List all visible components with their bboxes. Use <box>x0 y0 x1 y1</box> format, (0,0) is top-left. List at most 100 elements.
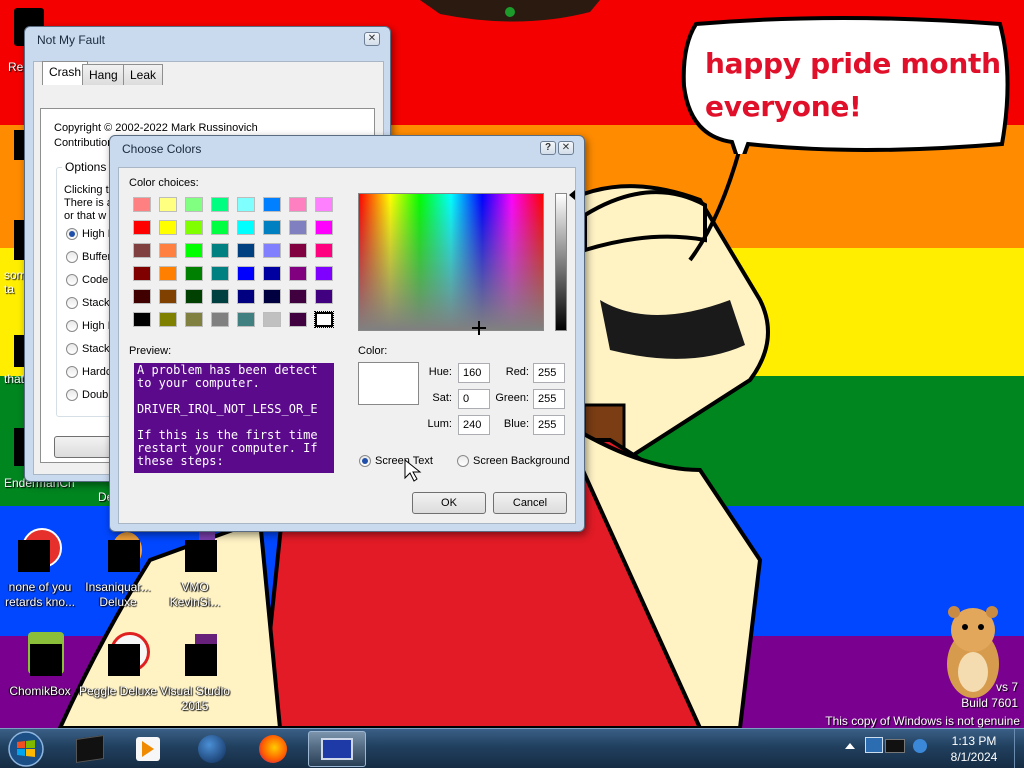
taskbar-firefox-icon[interactable] <box>245 731 301 767</box>
desktop-icon-visual-studio[interactable]: Visual Studio 2015 <box>155 632 235 714</box>
option-stack-overflow[interactable]: Stack <box>66 343 110 355</box>
color-swatch[interactable] <box>289 266 307 281</box>
color-swatch[interactable] <box>159 266 177 281</box>
chomikbox-icon <box>16 632 64 680</box>
color-swatch[interactable] <box>159 220 177 235</box>
color-swatch[interactable] <box>211 312 229 327</box>
option-high-irql[interactable]: High I <box>66 228 111 240</box>
choose-colors-titlebar[interactable]: Choose Colors ? ✕ <box>110 136 584 162</box>
desktop-icon-vmo[interactable]: VMO KevinSi... <box>155 528 235 610</box>
color-swatch[interactable] <box>185 312 203 327</box>
color-swatch[interactable] <box>211 220 229 235</box>
start-button[interactable] <box>4 730 48 768</box>
choose-colors-dialog[interactable]: Choose Colors ? ✕ Color choices: Preview… <box>109 135 585 532</box>
close-button[interactable]: ✕ <box>364 32 380 46</box>
mouse-cursor-icon <box>404 458 422 482</box>
color-swatch[interactable] <box>185 266 203 281</box>
not-my-fault-titlebar[interactable]: Not My Fault ✕ <box>25 27 390 53</box>
green-input[interactable]: 255 <box>533 389 565 409</box>
color-swatch[interactable] <box>133 243 151 258</box>
color-swatch[interactable] <box>263 266 281 281</box>
color-swatch[interactable] <box>211 197 229 212</box>
color-swatch[interactable] <box>315 197 333 212</box>
color-swatch[interactable] <box>263 289 281 304</box>
option-high-irql-2[interactable]: High I <box>66 320 111 332</box>
color-swatch[interactable] <box>159 243 177 258</box>
screen-background-radio[interactable]: Screen Background <box>457 455 570 467</box>
desktop-icon-none-of-you[interactable]: none of you retards kno... <box>0 528 80 610</box>
option-stack-trash[interactable]: Stack <box>66 297 110 309</box>
tray-app-icon[interactable] <box>885 739 905 753</box>
color-swatch[interactable] <box>159 289 177 304</box>
taskbar-media-player-icon[interactable] <box>120 731 176 767</box>
luminosity-slider[interactable] <box>555 193 567 331</box>
color-swatch[interactable] <box>289 243 307 258</box>
radio-selected-icon <box>359 455 371 467</box>
color-swatch[interactable] <box>185 220 203 235</box>
network-icon[interactable] <box>865 737 883 753</box>
help-button[interactable]: ? <box>540 141 556 155</box>
lum-input[interactable]: 240 <box>458 415 490 435</box>
taskbar-app-icon[interactable] <box>62 731 118 767</box>
desktop-icon-partial-label[interactable]: som ta <box>4 268 26 296</box>
color-spectrum-picker[interactable] <box>358 193 544 335</box>
close-button[interactable]: ✕ <box>558 141 574 155</box>
color-swatch[interactable] <box>315 289 333 304</box>
color-swatch[interactable] <box>289 312 307 327</box>
color-swatch[interactable] <box>315 220 333 235</box>
tab-leak[interactable]: Leak <box>123 64 164 85</box>
color-swatch[interactable] <box>185 289 203 304</box>
color-swatch[interactable] <box>133 266 151 281</box>
color-swatch[interactable] <box>263 312 281 327</box>
color-swatch[interactable] <box>159 197 177 212</box>
color-swatch[interactable] <box>237 266 255 281</box>
color-swatch[interactable] <box>315 243 333 258</box>
radio-icon <box>66 366 78 378</box>
color-swatch[interactable] <box>263 243 281 258</box>
desktop-icon-partial-label[interactable]: that <box>4 372 24 386</box>
red-input[interactable]: 255 <box>533 363 565 383</box>
option-buffer-overflow[interactable]: Buffer <box>66 251 111 263</box>
color-swatch[interactable] <box>133 220 151 235</box>
color-swatch[interactable] <box>289 289 307 304</box>
color-swatch[interactable] <box>211 243 229 258</box>
color-swatch[interactable] <box>289 197 307 212</box>
blue-label: Blue: <box>503 418 529 430</box>
desktop-icon-peggle-deluxe[interactable]: Peggle Deluxe <box>78 632 158 699</box>
color-swatch[interactable] <box>314 311 334 328</box>
color-swatch[interactable] <box>133 312 151 327</box>
color-swatch[interactable] <box>159 312 177 327</box>
show-desktop-button[interactable] <box>1014 729 1024 768</box>
color-swatch[interactable] <box>211 289 229 304</box>
color-swatch[interactable] <box>133 289 151 304</box>
taskbar-notmyfault-icon[interactable] <box>308 731 366 767</box>
color-swatch[interactable] <box>263 220 281 235</box>
blue-input[interactable]: 255 <box>533 415 565 435</box>
luminosity-arrow-icon[interactable] <box>569 190 575 200</box>
hue-input[interactable]: 160 <box>458 363 490 383</box>
sat-input[interactable]: 0 <box>458 389 490 409</box>
show-hidden-icons-icon[interactable] <box>845 743 855 749</box>
clock-time: 1:13 PM <box>951 734 997 748</box>
desktop-icon-chomikbox[interactable]: ChomikBox <box>0 632 80 699</box>
desktop-icon-insaniquarium[interactable]: Insaniquar... Deluxe <box>78 528 158 610</box>
color-swatch[interactable] <box>237 312 255 327</box>
color-swatch[interactable] <box>133 197 151 212</box>
ok-button[interactable]: OK <box>412 492 486 514</box>
color-swatch[interactable] <box>315 266 333 281</box>
tab-hang[interactable]: Hang <box>82 64 125 85</box>
color-swatch[interactable] <box>185 243 203 258</box>
color-swatch[interactable] <box>237 289 255 304</box>
color-swatch[interactable] <box>237 197 255 212</box>
color-swatch[interactable] <box>185 197 203 212</box>
volume-icon[interactable] <box>913 739 927 753</box>
color-swatch[interactable] <box>263 197 281 212</box>
color-swatch[interactable] <box>237 243 255 258</box>
color-swatch[interactable] <box>237 220 255 235</box>
cancel-button[interactable]: Cancel <box>493 492 567 514</box>
color-label: Color: <box>358 345 388 357</box>
taskbar-clock[interactable]: 1:13 PM 8/1/2024 <box>934 733 1014 765</box>
color-swatch[interactable] <box>289 220 307 235</box>
taskbar-globe-icon[interactable] <box>184 731 240 767</box>
color-swatch[interactable] <box>211 266 229 281</box>
